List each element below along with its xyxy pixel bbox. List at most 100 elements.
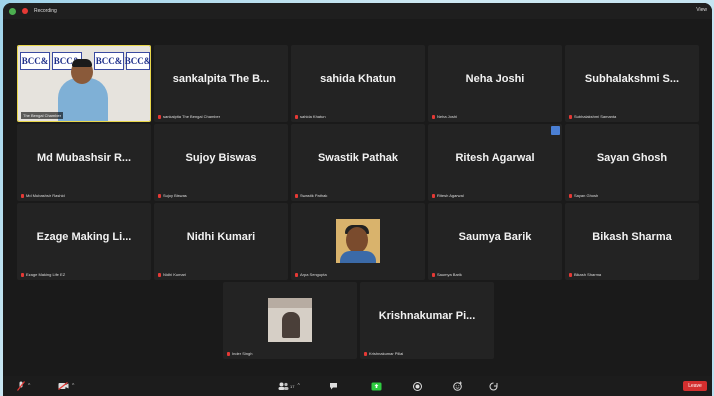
share-screen-button[interactable] <box>371 380 382 392</box>
recording-label: Recording <box>34 8 57 14</box>
participant-name: Inder Singh <box>232 351 253 356</box>
participant-name: The Bengal Chamber <box>21 112 64 119</box>
participant-display-name: Sayan Ghosh <box>596 152 668 164</box>
participant-name: Md Mubashsir Rashid <box>26 193 65 198</box>
share-screen-icon <box>371 382 382 390</box>
participant-display-name: Krishnakumar Pi... <box>378 310 476 322</box>
mic-muted-icon <box>158 193 161 198</box>
mic-muted-icon <box>364 351 367 356</box>
video-tile[interactable]: Saumya Barik Saumya Barik <box>428 203 562 280</box>
tile-options-icon[interactable] <box>551 126 560 135</box>
record-button[interactable] <box>413 380 422 392</box>
video-tile[interactable]: sankalpita The B... sankalpita The Benga… <box>154 45 288 122</box>
mic-muted-icon <box>21 193 24 198</box>
banner-logo: BCC& <box>94 52 124 70</box>
video-tile[interactable]: Krishnakumar Pi... Krishnakumar Pillai <box>360 282 494 359</box>
participant-name: Sujoy Biswas <box>163 193 187 198</box>
participants-icon <box>278 382 289 390</box>
participant-display-name: Md Mubashsir R... <box>36 152 132 164</box>
participant-name: Bikash Sharma <box>574 272 602 277</box>
video-tile[interactable]: Md Mubashsir R... Md Mubashsir Rashid <box>17 124 151 201</box>
video-tile[interactable]: sahida Khatun sahida Khatun <box>291 45 425 122</box>
meeting-toolbar: ^ ^ 17 ^ Leave <box>3 376 712 396</box>
participant-display-name: Swastik Pathak <box>317 152 399 164</box>
video-tile-active-speaker[interactable]: BCC& BCC& BCC& BCC& The Bengal Chamber <box>17 45 151 122</box>
participant-name: Swastik Pathak <box>300 193 328 198</box>
mic-muted-icon <box>569 114 572 119</box>
participant-name: Saumya Barik <box>437 272 462 277</box>
mic-muted-icon <box>227 351 230 356</box>
unmute-button[interactable]: ^ <box>17 380 30 392</box>
participant-display-name: Subhalakshmi S... <box>584 73 680 85</box>
leave-button[interactable]: Leave <box>683 381 707 391</box>
mic-muted-icon <box>432 114 435 119</box>
avatar-face <box>346 227 368 253</box>
chevron-up-icon[interactable]: ^ <box>28 383 30 389</box>
mic-muted-icon <box>432 272 435 277</box>
mic-muted-icon <box>295 193 298 198</box>
participant-name: Subhalakshmi Samanta <box>574 114 617 119</box>
record-icon <box>413 381 422 391</box>
mic-muted-icon <box>295 272 298 277</box>
title-bar: Recording View <box>3 3 712 19</box>
participant-avatar <box>336 219 380 263</box>
mic-muted-icon <box>295 114 298 119</box>
mic-muted-icon <box>569 272 572 277</box>
video-tile[interactable]: Ritesh Agarwal Ritesh Agarwal <box>428 124 562 201</box>
speaker-hair <box>72 59 92 67</box>
avatar-figure <box>282 312 300 338</box>
participants-count: 17 <box>290 383 295 389</box>
meeting-window: Recording View BCC& BCC& BCC& BCC& The B… <box>3 3 712 396</box>
video-tile[interactable]: Ezage Making Li... Ezage Making Life EZ <box>17 203 151 280</box>
apps-button[interactable] <box>489 380 498 392</box>
participant-display-name: sankalpita The B... <box>172 73 270 85</box>
participant-name: Ezage Making Life EZ <box>26 272 66 277</box>
mic-muted-icon <box>158 114 161 119</box>
participant-name: sahida Khatun <box>300 114 326 119</box>
mic-muted-icon <box>432 193 435 198</box>
mic-muted-icon <box>21 272 24 277</box>
banner-logo: BCC& <box>20 52 50 70</box>
view-button[interactable]: View <box>696 7 707 13</box>
recording-icon <box>22 8 28 14</box>
avatar-strip <box>268 298 312 308</box>
video-tile[interactable]: Sayan Ghosh Sayan Ghosh <box>565 124 699 201</box>
video-tile[interactable]: Bikash Sharma Bikash Sharma <box>565 203 699 280</box>
video-tile[interactable]: Neha Joshi Neha Joshi <box>428 45 562 122</box>
participant-name: Nidhi Kumari <box>163 272 186 277</box>
participant-avatar <box>268 298 312 342</box>
video-tile[interactable]: Inder Singh <box>223 282 357 359</box>
video-tile[interactable]: Nidhi Kumari Nidhi Kumari <box>154 203 288 280</box>
video-tile[interactable]: Sujoy Biswas Sujoy Biswas <box>154 124 288 201</box>
participant-display-name: Ezage Making Li... <box>36 231 132 243</box>
participant-name: Sayan Ghosh <box>574 193 599 198</box>
participant-name: sankalpita The Bengal Chamber <box>163 114 221 119</box>
participant-display-name: Nidhi Kumari <box>186 231 256 243</box>
reactions-button[interactable] <box>453 380 463 392</box>
apps-icon <box>489 382 498 390</box>
participant-name: Krishnakumar Pillai <box>369 351 404 356</box>
banner-logo: BCC& <box>125 52 150 70</box>
video-tile[interactable]: Subhalakshmi S... Subhalakshmi Samanta <box>565 45 699 122</box>
chevron-up-icon[interactable]: ^ <box>297 383 299 389</box>
mic-muted-icon <box>569 193 572 198</box>
chat-button[interactable] <box>329 380 338 392</box>
participant-display-name: sahida Khatun <box>320 73 396 85</box>
speaker-figure <box>58 78 108 121</box>
participant-display-name: Neha Joshi <box>465 73 525 85</box>
participants-button[interactable]: 17 ^ <box>278 380 300 392</box>
shield-icon[interactable] <box>9 7 16 15</box>
participant-display-name: Sujoy Biswas <box>185 152 257 164</box>
start-video-button[interactable]: ^ <box>58 380 74 392</box>
participant-display-name: Ritesh Agarwal <box>455 152 535 164</box>
chat-icon <box>330 383 337 390</box>
video-off-icon <box>58 382 69 390</box>
participant-display-name: Saumya Barik <box>458 231 532 243</box>
avatar-shirt <box>340 251 376 263</box>
speaker-video: BCC& BCC& BCC& BCC& <box>18 46 150 121</box>
video-tile[interactable]: Swastik Pathak Swastik Pathak <box>291 124 425 201</box>
chevron-up-icon[interactable]: ^ <box>72 383 74 389</box>
participant-name: Ritesh Agarwal <box>437 193 464 198</box>
participant-display-name: Bikash Sharma <box>592 231 672 243</box>
video-tile[interactable]: Arpa Sengupta <box>291 203 425 280</box>
